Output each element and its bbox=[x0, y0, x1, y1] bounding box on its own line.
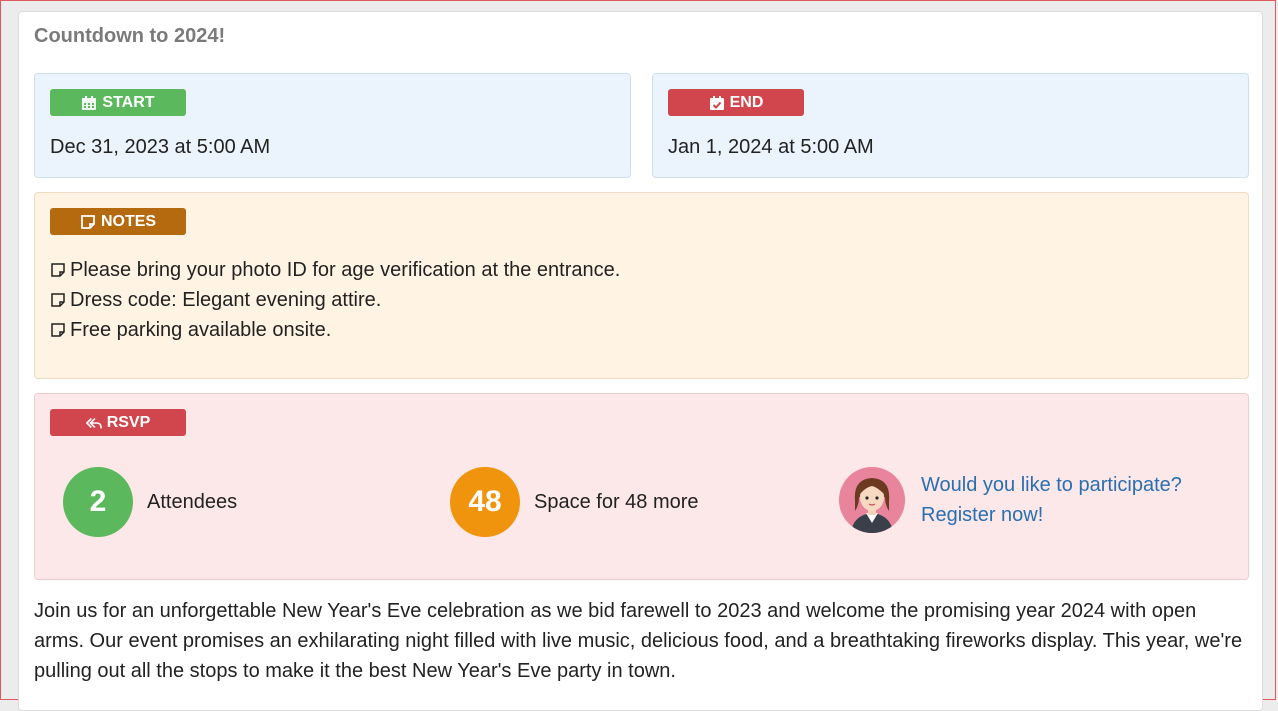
sticky-note-icon bbox=[50, 322, 66, 338]
end-label: END bbox=[729, 93, 764, 111]
sticky-note-icon bbox=[50, 262, 66, 278]
space-stat: 48 Space for 48 more bbox=[450, 467, 699, 537]
rsvp-badge: RSVP bbox=[50, 409, 186, 436]
note-text: Please bring your photo ID for age verif… bbox=[70, 259, 621, 281]
list-item: Free parking available onsite. bbox=[50, 315, 620, 345]
reply-all-icon bbox=[85, 415, 102, 431]
notes-list: Please bring your photo ID for age verif… bbox=[50, 255, 620, 345]
cta-line2: Register now! bbox=[921, 504, 1044, 526]
window-frame: Countdown to 2024! START Dec 31, 2023 at… bbox=[0, 0, 1276, 711]
rsvp-panel: RSVP 2 Attendees 48 Space for 48 more Wo… bbox=[34, 393, 1249, 580]
end-badge: END bbox=[668, 89, 804, 116]
note-text: Dress code: Elegant evening attire. bbox=[70, 289, 382, 311]
end-datetime: Jan 1, 2024 at 5:00 AM bbox=[668, 136, 874, 158]
avatar bbox=[839, 467, 905, 533]
event-card: Countdown to 2024! START Dec 31, 2023 at… bbox=[18, 11, 1263, 711]
space-count: 48 bbox=[450, 467, 520, 537]
notes-badge: NOTES bbox=[50, 208, 186, 235]
calendar-check-icon bbox=[709, 95, 725, 111]
notes-label: NOTES bbox=[100, 212, 157, 230]
sticky-note-icon bbox=[80, 214, 96, 230]
list-item: Dress code: Elegant evening attire. bbox=[50, 285, 620, 315]
start-panel: START Dec 31, 2023 at 5:00 AM bbox=[34, 73, 631, 178]
attendees-stat: 2 Attendees bbox=[63, 467, 237, 537]
page-title: Countdown to 2024! bbox=[34, 25, 226, 47]
attendees-label: Attendees bbox=[147, 490, 238, 513]
sticky-note-icon bbox=[50, 292, 66, 308]
event-description: Join us for an unforgettable New Year's … bbox=[34, 600, 1243, 682]
register-cta: Would you like to participate? Register … bbox=[839, 467, 1182, 533]
list-item: Please bring your photo ID for age verif… bbox=[50, 255, 620, 285]
rsvp-label: RSVP bbox=[106, 413, 151, 431]
note-text: Free parking available onsite. bbox=[70, 319, 332, 341]
calendar-icon bbox=[81, 95, 97, 111]
register-link[interactable]: Would you like to participate? Register … bbox=[921, 470, 1182, 530]
end-panel: END Jan 1, 2024 at 5:00 AM bbox=[652, 73, 1249, 178]
start-badge: START bbox=[50, 89, 186, 116]
start-label: START bbox=[102, 93, 155, 111]
start-datetime: Dec 31, 2023 at 5:00 AM bbox=[50, 136, 271, 158]
cta-line1: Would you like to participate? bbox=[921, 474, 1182, 496]
space-label: Space for 48 more bbox=[534, 490, 699, 513]
attendees-count: 2 bbox=[63, 467, 133, 537]
notes-panel: NOTES Please bring your photo ID for age… bbox=[34, 192, 1249, 379]
